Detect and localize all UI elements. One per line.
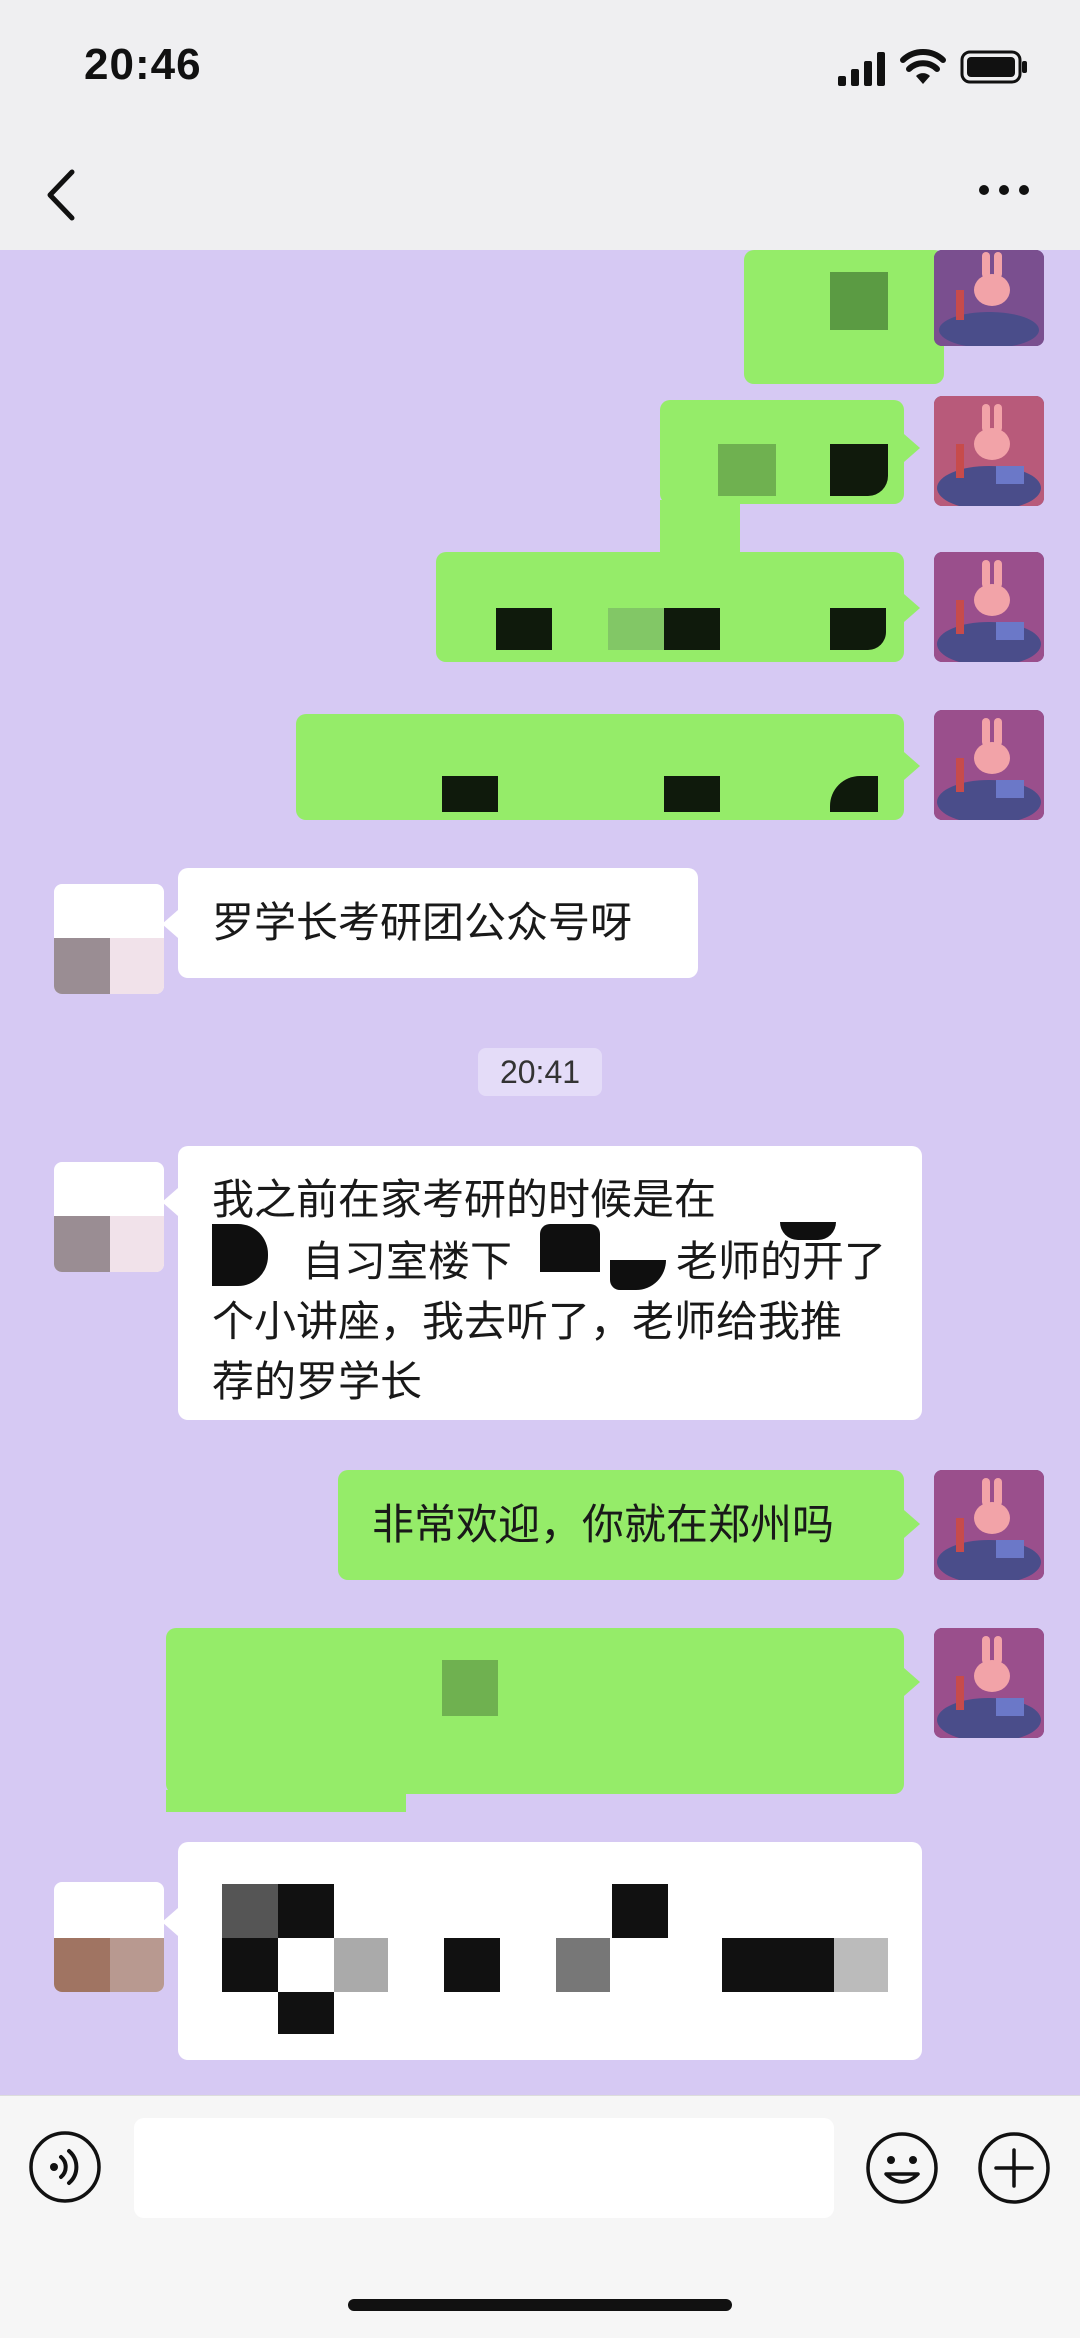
redaction-block — [54, 938, 110, 994]
message-text-line: 自习室楼下 — [302, 1238, 513, 1285]
bubble-tail — [904, 434, 920, 462]
redaction-block — [54, 1938, 110, 1992]
self-avatar[interactable] — [934, 1470, 1044, 1580]
self-avatar[interactable] — [934, 552, 1044, 662]
redaction-block — [110, 1938, 164, 1992]
redaction-block — [834, 1938, 888, 1992]
bunny-avatar-icon — [934, 552, 1044, 662]
redaction-block — [722, 1938, 834, 1992]
more-options-icon[interactable] — [976, 182, 1032, 198]
self-message-bubble[interactable]: 非常欢迎，你就在郑州吗 — [338, 1470, 904, 1580]
redaction-block — [54, 1216, 110, 1272]
message-text: 非常欢迎，你就在郑州吗 — [372, 1501, 835, 1548]
back-icon[interactable] — [40, 166, 80, 224]
battery-icon — [960, 50, 1027, 84]
contact-avatar[interactable] — [54, 884, 164, 994]
self-message-bubble-redacted — [660, 500, 740, 560]
self-message-bubble-redacted[interactable] — [166, 1628, 904, 1794]
redaction-block — [830, 444, 888, 496]
redaction-block — [608, 608, 664, 650]
message-text-line: 我之前在家考研的时候是在 — [212, 1176, 717, 1223]
self-avatar[interactable] — [934, 396, 1044, 506]
emoji-icon[interactable] — [864, 2130, 940, 2206]
bubble-tail — [162, 910, 178, 938]
message-text-line: 荐的罗学长 — [212, 1358, 423, 1405]
plus-icon[interactable] — [976, 2130, 1052, 2206]
redaction-block — [664, 608, 720, 650]
bubble-tail — [162, 1908, 178, 1936]
redaction-block — [110, 938, 164, 994]
bubble-tail — [904, 1668, 920, 1696]
message-text: 罗学长考研团公众号呀 — [212, 899, 633, 946]
redaction-block — [612, 1884, 668, 1938]
bunny-avatar-icon — [934, 710, 1044, 820]
chat-header — [0, 140, 1080, 250]
contact-message-bubble[interactable]: 我之前在家考研的时候是在 自习室楼下 老师的开了 个小讲座，我去听了，老师给我推… — [178, 1146, 922, 1420]
redaction-block — [442, 1660, 498, 1716]
self-message-bubble-redacted — [166, 1790, 406, 1812]
message-text-line: 个小讲座，我去听了，老师给我推 — [212, 1298, 843, 1345]
bunny-avatar-icon — [934, 1470, 1044, 1580]
redaction-block — [830, 608, 886, 650]
bubble-tail — [904, 1510, 920, 1538]
redaction-block — [222, 1884, 278, 1938]
bunny-avatar-icon — [934, 250, 1044, 346]
message-input[interactable] — [134, 2118, 834, 2218]
redaction-block — [442, 776, 498, 812]
contact-message-bubble[interactable]: 罗学长考研团公众号呀 — [178, 868, 698, 978]
bubble-tail — [162, 1188, 178, 1216]
redaction-block — [222, 1938, 278, 1992]
self-avatar[interactable] — [934, 1628, 1044, 1738]
self-avatar[interactable] — [934, 710, 1044, 820]
wifi-icon — [900, 49, 946, 84]
redaction-block — [278, 1992, 334, 2034]
redaction-block — [444, 1938, 500, 1992]
redaction-block — [110, 1216, 164, 1272]
message-text-line: 老师的开了 — [676, 1238, 887, 1285]
home-indicator — [348, 2299, 732, 2311]
redaction-block — [664, 776, 720, 812]
bunny-avatar-icon — [934, 1628, 1044, 1738]
redaction-block — [556, 1938, 610, 1992]
redaction-block — [278, 1884, 334, 1938]
redaction-block — [830, 272, 888, 330]
bubble-tail — [904, 752, 920, 780]
bubble-tail — [904, 594, 920, 622]
self-message-bubble-redacted[interactable] — [296, 714, 904, 820]
contact-avatar[interactable] — [54, 1882, 164, 1992]
status-time: 20:46 — [84, 40, 202, 89]
redaction-block — [334, 1938, 388, 1992]
redaction-block — [212, 1224, 268, 1286]
redaction-block — [540, 1224, 600, 1272]
chat-timestamp: 20:41 — [478, 1048, 602, 1096]
redaction-block — [718, 444, 776, 496]
self-avatar[interactable] — [934, 250, 1044, 346]
redaction-block — [496, 608, 552, 650]
contact-avatar[interactable] — [54, 1162, 164, 1272]
cellular-signal-icon — [838, 52, 885, 86]
voice-icon[interactable] — [28, 2130, 102, 2204]
bunny-avatar-icon — [934, 396, 1044, 506]
